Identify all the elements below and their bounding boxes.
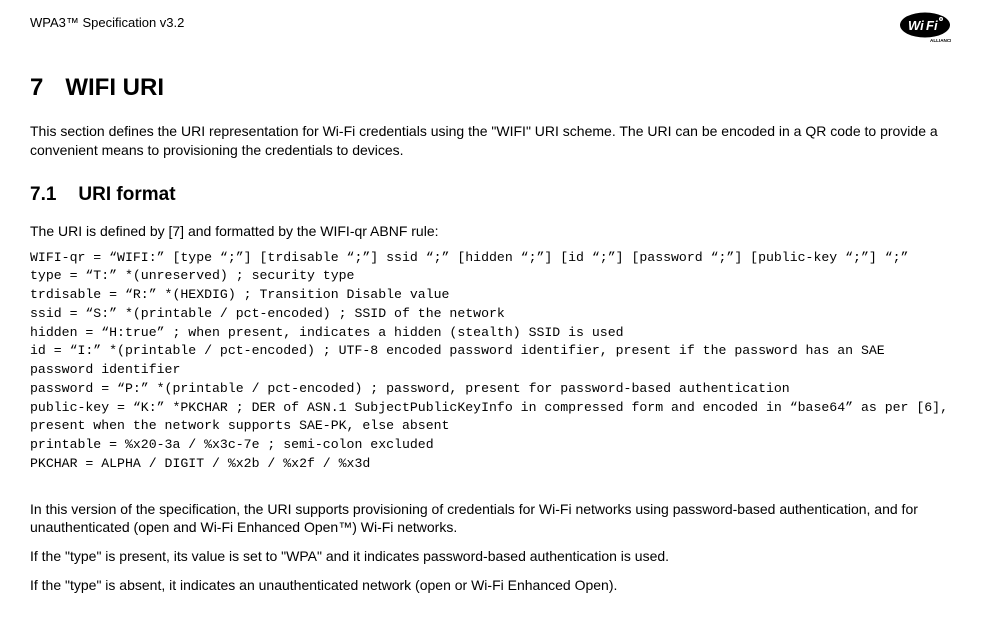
section-title: WIFI URI: [65, 74, 164, 101]
subsection-title: URI format: [78, 184, 175, 205]
svg-text:ALLIANCE: ALLIANCE: [930, 38, 951, 43]
paragraph-type-present: If the "type" is present, its value is s…: [30, 547, 951, 566]
paragraph-type-absent: If the "type" is absent, it indicates an…: [30, 576, 951, 595]
document-title: WPA3™ Specification v3.2: [30, 12, 184, 32]
subsection-heading: 7.1 URI format: [30, 182, 951, 208]
section-intro: This section defines the URI representat…: [30, 122, 951, 160]
svg-text:Fi: Fi: [926, 18, 938, 33]
subsection-lead: The URI is defined by [7] and formatted …: [30, 222, 951, 241]
paragraph-version-note: In this version of the specification, th…: [30, 500, 951, 538]
subsection-number: 7.1: [30, 182, 56, 208]
abnf-code-block: WIFI-qr = “WIFI:” [type “;”] [trdisable …: [30, 249, 951, 474]
wifi-alliance-logo-icon: Wi Fi ALLIANCE: [899, 12, 951, 44]
section-heading: 7 WIFI URI: [30, 72, 951, 104]
section-number: 7: [30, 72, 43, 104]
svg-text:Wi: Wi: [908, 18, 924, 33]
page-header: WPA3™ Specification v3.2 Wi Fi ALLIANCE: [30, 12, 951, 44]
